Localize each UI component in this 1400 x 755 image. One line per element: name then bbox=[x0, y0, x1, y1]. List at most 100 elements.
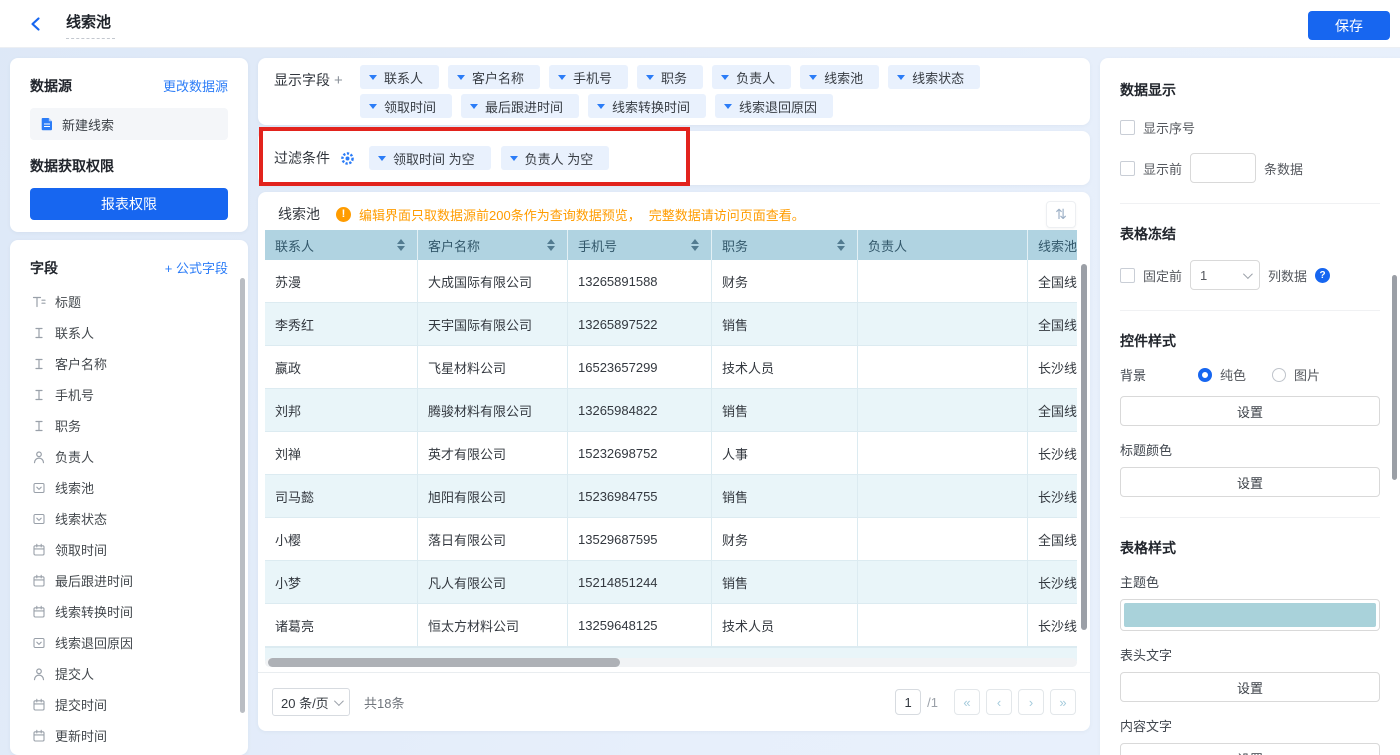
table-preview-warning-link[interactable]: 完整数据请访问页面查看。 bbox=[649, 205, 805, 224]
field-item-手机号[interactable]: 手机号 bbox=[30, 379, 228, 410]
column-header-手机号[interactable]: 手机号 bbox=[568, 230, 712, 260]
image-radio[interactable] bbox=[1272, 368, 1286, 382]
freeze-title: 表格冻结 bbox=[1120, 224, 1380, 244]
filter-settings-gear-icon[interactable] bbox=[340, 151, 355, 166]
background-set-button[interactable]: 设置 bbox=[1120, 396, 1380, 426]
current-page-input[interactable] bbox=[895, 689, 921, 715]
sort-arrows-icon[interactable] bbox=[547, 239, 557, 251]
display-field-chip-职务[interactable]: 职务 bbox=[637, 65, 703, 89]
field-item-线索转换时间[interactable]: 线索转换时间 bbox=[30, 596, 228, 627]
field-item-线索池[interactable]: 线索池 bbox=[30, 472, 228, 503]
content-text-set-button[interactable]: 设置 bbox=[1120, 743, 1380, 755]
title-color-label: 标题颜色 bbox=[1120, 440, 1380, 459]
table-cell: 销售 bbox=[712, 303, 858, 346]
solid-color-radio[interactable] bbox=[1198, 368, 1212, 382]
table-cell bbox=[858, 389, 1028, 432]
field-item-线索状态[interactable]: 线索状态 bbox=[30, 503, 228, 534]
back-icon[interactable] bbox=[28, 14, 48, 34]
display-field-chip-线索状态[interactable]: 线索状态 bbox=[888, 65, 980, 89]
table-cell: 司马懿 bbox=[265, 475, 418, 518]
display-field-chip-线索池[interactable]: 线索池 bbox=[800, 65, 879, 89]
change-datasource-link[interactable]: 更改数据源 bbox=[163, 76, 228, 95]
chip-label: 领取时间 bbox=[384, 97, 436, 116]
prev-page-icon[interactable]: ‹ bbox=[986, 689, 1012, 715]
display-field-chip-手机号[interactable]: 手机号 bbox=[549, 65, 628, 89]
display-field-chip-客户名称[interactable]: 客户名称 bbox=[448, 65, 540, 89]
header-text-set-button[interactable]: 设置 bbox=[1120, 672, 1380, 702]
table-cell: 英才有限公司 bbox=[418, 432, 568, 475]
field-item-联系人[interactable]: 联系人 bbox=[30, 317, 228, 348]
field-item-最后跟进时间[interactable]: 最后跟进时间 bbox=[30, 565, 228, 596]
display-field-chip-最后跟进时间[interactable]: 最后跟进时间 bbox=[461, 94, 579, 118]
horizontal-scrollbar[interactable] bbox=[268, 658, 620, 667]
last-page-icon[interactable]: » bbox=[1050, 689, 1076, 715]
show-first-checkbox[interactable] bbox=[1120, 161, 1135, 176]
field-item-label: 线索转换时间 bbox=[55, 602, 133, 621]
settings-panel: 数据显示 显示序号 显示前 条数据 表格冻结 固定前 1 列数据 ? 控件样式 … bbox=[1100, 58, 1400, 755]
field-item-label: 线索状态 bbox=[55, 509, 107, 528]
fields-scrollbar[interactable] bbox=[240, 278, 245, 713]
theme-color-swatch bbox=[1124, 603, 1376, 627]
field-item-提交时间[interactable]: 提交时间 bbox=[30, 689, 228, 720]
filter-chip-负责人 为空[interactable]: 负责人 为空 bbox=[501, 146, 610, 170]
datasource-item[interactable]: 新建线索 bbox=[30, 108, 228, 140]
sort-arrows-icon[interactable] bbox=[691, 239, 701, 251]
show-first-count-input[interactable] bbox=[1190, 153, 1256, 183]
divider bbox=[1120, 310, 1380, 311]
field-item-线索退回原因[interactable]: 线索退回原因 bbox=[30, 627, 228, 658]
theme-color-picker[interactable] bbox=[1120, 599, 1380, 631]
field-item-负责人[interactable]: 负责人 bbox=[30, 441, 228, 472]
column-header-负责人[interactable]: 负责人 bbox=[858, 230, 1028, 260]
table-cell: 13265897522 bbox=[568, 303, 712, 346]
sort-arrows-icon[interactable] bbox=[837, 239, 847, 251]
table-cell: 刘邦 bbox=[265, 389, 418, 432]
display-field-chip-联系人[interactable]: 联系人 bbox=[360, 65, 439, 89]
column-header-客户名称[interactable]: 客户名称 bbox=[418, 230, 568, 260]
page-size-select[interactable]: 20 条/页 bbox=[272, 688, 350, 716]
settings-scrollbar[interactable] bbox=[1392, 275, 1397, 480]
column-header-label: 负责人 bbox=[868, 236, 907, 255]
next-page-icon[interactable]: › bbox=[1018, 689, 1044, 715]
show-index-checkbox[interactable] bbox=[1120, 120, 1135, 135]
table-cell: 销售 bbox=[712, 475, 858, 518]
table-body: 苏漫大成国际有限公司13265891588财务全国线索池李秀红天宇国际有限公司1… bbox=[265, 260, 1077, 647]
title-icon bbox=[32, 295, 46, 309]
field-list: 标题联系人客户名称手机号职务负责人线索池线索状态领取时间最后跟进时间线索转换时间… bbox=[30, 286, 228, 751]
field-item-更新时间[interactable]: 更新时间 bbox=[30, 720, 228, 751]
table-cell: 全国线索池 bbox=[1028, 260, 1077, 303]
title-color-set-button[interactable]: 设置 bbox=[1120, 467, 1380, 497]
display-field-chip-线索退回原因[interactable]: 线索退回原因 bbox=[715, 94, 833, 118]
table-cell bbox=[858, 475, 1028, 518]
sort-arrows-icon[interactable] bbox=[397, 239, 407, 251]
field-item-领取时间[interactable]: 领取时间 bbox=[30, 534, 228, 565]
table-vertical-scrollbar[interactable] bbox=[1081, 264, 1087, 630]
field-item-提交人[interactable]: 提交人 bbox=[30, 658, 228, 689]
column-header-联系人[interactable]: 联系人 bbox=[265, 230, 418, 260]
add-display-field-button[interactable]: + bbox=[334, 72, 343, 89]
display-field-chip-线索转换时间[interactable]: 线索转换时间 bbox=[588, 94, 706, 118]
freeze-checkbox[interactable] bbox=[1120, 268, 1135, 283]
display-field-chip-领取时间[interactable]: 领取时间 bbox=[360, 94, 452, 118]
freeze-count-select[interactable]: 1 bbox=[1190, 260, 1260, 290]
add-formula-field-link[interactable]: + 公式字段 bbox=[165, 258, 228, 277]
save-button[interactable]: 保存 bbox=[1308, 11, 1390, 40]
table-cell: 技术人员 bbox=[712, 604, 858, 647]
help-icon[interactable]: ? bbox=[1315, 268, 1330, 283]
filter-chip-领取时间 为空[interactable]: 领取时间 为空 bbox=[369, 146, 491, 170]
page-title: 线索池 bbox=[66, 9, 115, 39]
column-header-线索池[interactable]: 线索池 bbox=[1028, 230, 1077, 260]
field-item-职务[interactable]: 职务 bbox=[30, 410, 228, 441]
report-permission-button[interactable]: 报表权限 bbox=[30, 188, 228, 220]
chip-label: 客户名称 bbox=[472, 68, 524, 87]
sort-order-icon[interactable]: ⇅ bbox=[1046, 201, 1076, 228]
data-table: 联系人客户名称手机号职务负责人线索池 苏漫大成国际有限公司13265891588… bbox=[265, 230, 1077, 661]
dropdown-caret-icon bbox=[457, 75, 465, 80]
field-item-标题[interactable]: 标题 bbox=[30, 286, 228, 317]
first-page-icon[interactable]: « bbox=[954, 689, 980, 715]
display-field-chip-负责人[interactable]: 负责人 bbox=[712, 65, 791, 89]
field-item-客户名称[interactable]: 客户名称 bbox=[30, 348, 228, 379]
date-icon bbox=[32, 729, 46, 743]
column-header-职务[interactable]: 职务 bbox=[712, 230, 858, 260]
page-count: /1 bbox=[927, 695, 938, 710]
table-cell: 财务 bbox=[712, 518, 858, 561]
